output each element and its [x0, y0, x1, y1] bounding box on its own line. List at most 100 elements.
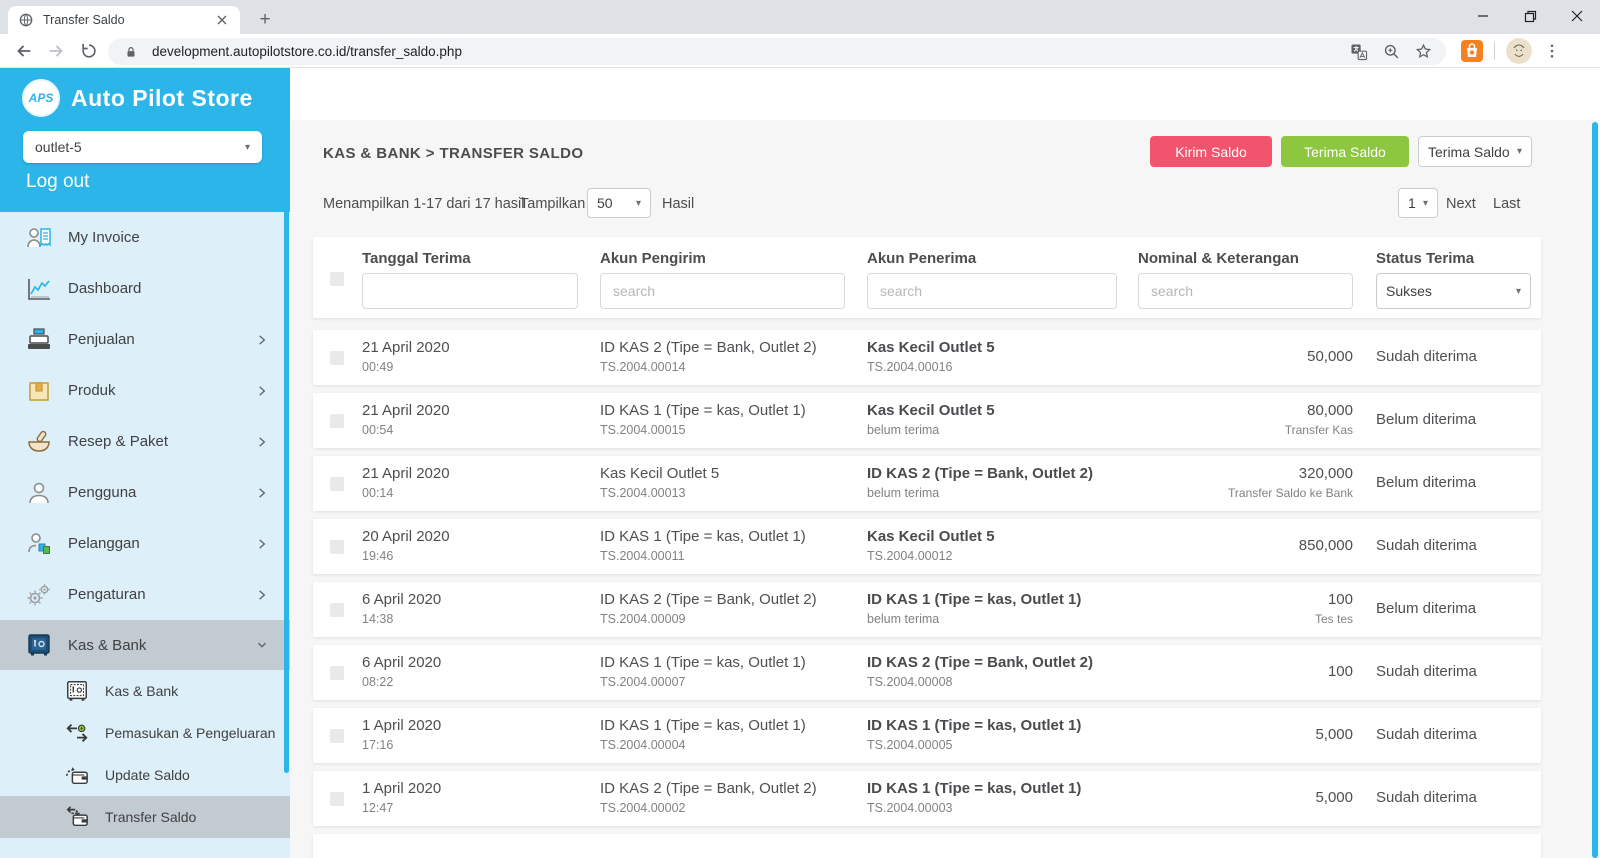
- row-checkbox[interactable]: [330, 729, 344, 743]
- chevron-right-icon: [254, 383, 270, 399]
- logout-link[interactable]: Log out: [26, 171, 89, 193]
- row-checkbox[interactable]: [330, 792, 344, 806]
- chevron-down-icon: ▾: [636, 198, 641, 209]
- table-row[interactable]: 20 April 202019:46ID KAS 1 (Tipe = kas, …: [313, 519, 1541, 574]
- cell-status: Belum diterima: [1376, 582, 1541, 637]
- nominal-filter-input[interactable]: [1138, 273, 1353, 309]
- sidebar-subitem-transfer-saldo[interactable]: Transfer Saldo: [0, 796, 290, 838]
- address-bar[interactable]: development.autopilotstore.co.id/transfe…: [108, 38, 1446, 65]
- profile-avatar[interactable]: [1506, 38, 1532, 64]
- translate-icon[interactable]: [1348, 41, 1370, 63]
- main-content: KAS & BANK > TRANSFER SALDO Kirim Saldo …: [290, 68, 1600, 858]
- forward-icon[interactable]: [44, 39, 68, 63]
- cell-tanggal-sub: 14:38: [362, 612, 441, 626]
- cell-penerima-main: ID KAS 1 (Tipe = kas, Outlet 1): [867, 780, 1081, 798]
- chevron-down-icon: ▾: [1423, 198, 1428, 209]
- cell-tanggal: 21 April 202000:14: [362, 456, 450, 511]
- row-checkbox[interactable]: [330, 477, 344, 491]
- table-row[interactable]: 1 April 202012:47ID KAS 2 (Tipe = Bank, …: [313, 771, 1541, 826]
- browser-toolbar: development.autopilotstore.co.id/transfe…: [0, 34, 1600, 68]
- tab-close-icon[interactable]: [214, 12, 230, 28]
- cell-pengirim-main: ID KAS 1 (Tipe = kas, Outlet 1): [600, 402, 806, 420]
- page-size-select[interactable]: 50 ▾: [587, 188, 651, 218]
- star-icon[interactable]: [1412, 41, 1434, 63]
- akun-pengirim-filter-input[interactable]: [600, 273, 845, 309]
- row-checkbox[interactable]: [330, 351, 344, 365]
- extension-bag-icon[interactable]: [1460, 39, 1484, 63]
- update-wallet-icon: [62, 762, 92, 788]
- sidebar-item-my-invoice[interactable]: My Invoice: [0, 212, 290, 263]
- cell-status-main: Belum diterima: [1376, 411, 1541, 429]
- cell-tanggal-sub: 00:49: [362, 360, 450, 374]
- cell-nominal-main: 5,000: [1153, 789, 1353, 807]
- table-row[interactable]: 1 April 202017:16ID KAS 1 (Tipe = kas, O…: [313, 708, 1541, 763]
- cell-penerima: Kas Kecil Outlet 5belum terima: [867, 393, 995, 448]
- cell-status-main: Sudah diterima: [1376, 348, 1541, 366]
- page-scrollbar[interactable]: [1592, 122, 1598, 858]
- chevron-down-icon: ▾: [1516, 286, 1521, 297]
- brand: APS Auto Pilot Store: [22, 79, 253, 117]
- select-all-checkbox[interactable]: [330, 272, 344, 286]
- sidebar-item-kas-bank[interactable]: Kas & Bank: [0, 620, 290, 670]
- column-header: Nominal & Keterangan: [1138, 250, 1299, 267]
- table-row-partial[interactable]: [313, 834, 1541, 858]
- customer-icon: [23, 530, 55, 558]
- sidebar-subitem-pemasukan-pengeluaran[interactable]: Pemasukan & Pengeluaran: [0, 712, 290, 754]
- table-row[interactable]: 21 April 202000:14Kas Kecil Outlet 5TS.2…: [313, 456, 1541, 511]
- terima-saldo-button[interactable]: Terima Saldo: [1281, 136, 1409, 167]
- sidebar-item-produk[interactable]: Produk: [0, 365, 290, 416]
- cell-penerima: Kas Kecil Outlet 5TS.2004.00016: [867, 330, 995, 385]
- back-icon[interactable]: [12, 39, 36, 63]
- table-row[interactable]: 6 April 202008:22ID KAS 1 (Tipe = kas, O…: [313, 645, 1541, 700]
- chevron-right-icon: [254, 434, 270, 450]
- cell-tanggal-main: 6 April 2020: [362, 591, 441, 609]
- status-terima-filter-select[interactable]: Sukses ▾: [1376, 273, 1531, 309]
- akun-penerima-filter-input[interactable]: [867, 273, 1117, 309]
- outlet-select[interactable]: outlet-5 ▾: [23, 131, 262, 163]
- zoom-in-icon[interactable]: [1380, 41, 1402, 63]
- sidebar-scrollbar[interactable]: [284, 208, 289, 773]
- cell-nominal-main: 80,000: [1153, 402, 1353, 420]
- sidebar-item-dashboard[interactable]: Dashboard: [0, 263, 290, 314]
- row-checkbox[interactable]: [330, 666, 344, 680]
- browser-tab[interactable]: Transfer Saldo: [8, 6, 240, 34]
- cell-penerima: ID KAS 1 (Tipe = kas, Outlet 1)TS.2004.0…: [867, 771, 1081, 826]
- new-tab-button[interactable]: +: [252, 7, 278, 33]
- sidebar-item-resep-paket[interactable]: Resep & Paket: [0, 416, 290, 467]
- sidebar-subitem-kas-bank[interactable]: Kas & Bank: [0, 670, 290, 712]
- lock-icon: [120, 41, 142, 63]
- last-page-link[interactable]: Last: [1493, 196, 1520, 212]
- sidebar-item-penjualan[interactable]: Penjualan: [0, 314, 290, 365]
- row-checkbox[interactable]: [330, 540, 344, 554]
- row-checkbox[interactable]: [330, 414, 344, 428]
- sidebar-subitem-label: Pemasukan & Pengeluaran: [105, 725, 275, 741]
- table-row[interactable]: 6 April 202014:38ID KAS 2 (Tipe = Bank, …: [313, 582, 1541, 637]
- cell-pengirim-main: ID KAS 1 (Tipe = kas, Outlet 1): [600, 654, 806, 672]
- table-row[interactable]: 21 April 202000:54ID KAS 1 (Tipe = kas, …: [313, 393, 1541, 448]
- restore-icon[interactable]: [1507, 0, 1553, 32]
- minimize-icon[interactable]: [1460, 0, 1506, 32]
- refresh-icon[interactable]: [77, 39, 101, 63]
- cell-pengirim: ID KAS 1 (Tipe = kas, Outlet 1)TS.2004.0…: [600, 708, 806, 763]
- cell-nominal-main: 50,000: [1153, 348, 1353, 366]
- sidebar-item-label: Pengaturan: [68, 586, 146, 603]
- page-number-select[interactable]: 1 ▾: [1398, 188, 1438, 218]
- tanggal-terima-filter-input[interactable]: [362, 273, 578, 309]
- cell-tanggal-main: 1 April 2020: [362, 780, 441, 798]
- product-icon: [23, 377, 55, 405]
- next-page-link[interactable]: Next: [1446, 196, 1476, 212]
- close-icon[interactable]: [1554, 0, 1600, 32]
- settings-icon: [23, 581, 55, 609]
- sidebar-item-pelanggan[interactable]: Pelanggan: [0, 518, 290, 569]
- mode-select[interactable]: Terima Saldo ▾: [1418, 136, 1532, 167]
- table-row[interactable]: 21 April 202000:49ID KAS 2 (Tipe = Bank,…: [313, 330, 1541, 385]
- sidebar-item-pengguna[interactable]: Pengguna: [0, 467, 290, 518]
- sidebar-item-pengaturan[interactable]: Pengaturan: [0, 569, 290, 620]
- cell-nominal: 320,000Transfer Saldo ke Bank: [1153, 456, 1353, 511]
- sidebar-subitem-update-saldo[interactable]: Update Saldo: [0, 754, 290, 796]
- cell-tanggal-sub: 17:16: [362, 738, 441, 752]
- row-checkbox[interactable]: [330, 603, 344, 617]
- sidebar-item-label: Pengguna: [68, 484, 136, 501]
- kirim-saldo-button[interactable]: Kirim Saldo: [1150, 136, 1272, 167]
- kebab-menu-icon[interactable]: [1540, 39, 1564, 63]
